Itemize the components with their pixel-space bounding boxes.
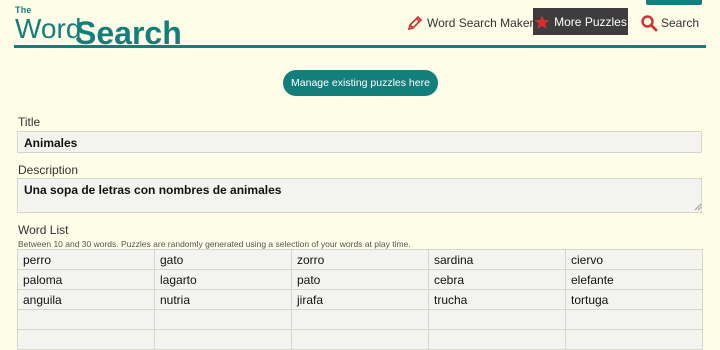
header-divider: [14, 45, 706, 48]
logo-word: Word Search: [15, 13, 182, 50]
word-cell[interactable]: sardina: [428, 249, 566, 270]
word-cell[interactable]: lagarto: [154, 269, 292, 290]
word-list-hint: Between 10 and 30 words. Puzzles are ran…: [18, 239, 411, 249]
word-cell[interactable]: gato: [154, 249, 292, 270]
word-cell[interactable]: [17, 309, 155, 330]
word-cell[interactable]: cebra: [428, 269, 566, 290]
table-row: [17, 309, 703, 330]
word-cell[interactable]: [291, 309, 429, 330]
nav-more-puzzles[interactable]: More Puzzles: [533, 8, 628, 35]
word-cell[interactable]: trucha: [428, 289, 566, 310]
word-cell[interactable]: ciervo: [565, 249, 703, 270]
account-tab[interactable]: [646, 0, 702, 5]
word-cell[interactable]: elefante: [565, 269, 703, 290]
nav-search[interactable]: Search: [640, 12, 699, 34]
word-cell[interactable]: [154, 309, 292, 330]
star-icon: [534, 14, 550, 29]
word-cell[interactable]: [565, 309, 703, 330]
table-row: anguila nutria jirafa trucha tortuga: [17, 289, 703, 310]
nav-maker-label: Word Search Maker: [427, 16, 534, 30]
manage-puzzles-button[interactable]: Manage existing puzzles here: [283, 70, 438, 96]
word-list-label: Word List: [18, 223, 69, 237]
word-cell[interactable]: paloma: [17, 269, 155, 290]
search-icon: [641, 15, 658, 32]
nav-more-label: More Puzzles: [554, 14, 627, 29]
nav-search-label: Search: [661, 16, 700, 30]
pencil-icon: [407, 15, 423, 31]
word-cell[interactable]: pato: [291, 269, 429, 290]
description-textarea[interactable]: Una sopa de letras con nombres de animal…: [17, 178, 702, 213]
description-label: Description: [18, 163, 79, 177]
word-cell[interactable]: jirafa: [291, 289, 429, 310]
resize-grip-icon[interactable]: [694, 203, 702, 211]
table-row: perro gato zorro sardina ciervo: [17, 249, 703, 270]
title-label: Title: [18, 115, 41, 129]
word-list-grid: perro gato zorro sardina ciervo paloma l…: [17, 249, 703, 350]
table-row: paloma lagarto pato cebra elefante: [17, 269, 703, 290]
word-cell[interactable]: nutria: [154, 289, 292, 310]
word-cell[interactable]: [428, 309, 566, 330]
logo-word-text: Word: [15, 13, 82, 44]
site-header: The Word Search Word Search Maker More P…: [0, 0, 720, 50]
word-cell[interactable]: tortuga: [565, 289, 703, 310]
nav-word-search-maker[interactable]: Word Search Maker: [406, 12, 533, 34]
title-input[interactable]: Animales: [17, 131, 702, 153]
word-cell[interactable]: zorro: [291, 249, 429, 270]
word-cell[interactable]: perro: [17, 249, 155, 270]
word-cell[interactable]: anguila: [17, 289, 155, 310]
